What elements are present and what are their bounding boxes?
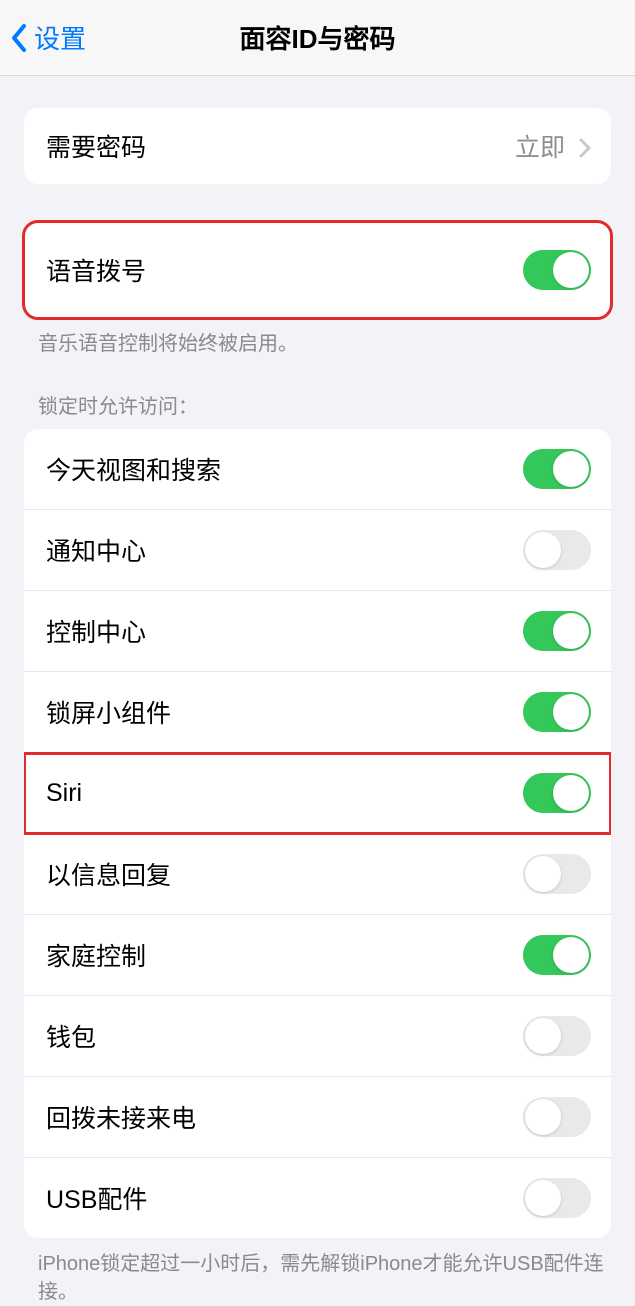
lock-access-label: USB配件 xyxy=(46,1180,147,1216)
voice-dial-row: 语音拨号 xyxy=(24,222,611,318)
siri-toggle[interactable] xyxy=(523,773,591,813)
lock-access-row: 今天视图和搜索 xyxy=(24,429,611,510)
lock-access-row: 钱包 xyxy=(24,996,611,1077)
control-center-toggle[interactable] xyxy=(523,611,591,651)
lock-access-footer: iPhone锁定超过一小时后，需先解锁iPhone才能允许USB配件连接。 xyxy=(0,1238,635,1306)
voice-dial-group: 语音拨号 xyxy=(24,222,611,318)
require-passcode-group: 需要密码 立即 xyxy=(24,108,611,184)
page-title: 面容ID与密码 xyxy=(0,19,635,56)
notification-center-toggle[interactable] xyxy=(523,530,591,570)
lock-access-label: 今天视图和搜索 xyxy=(46,451,221,487)
chevron-left-icon xyxy=(10,23,28,53)
lock-access-row: USB配件 xyxy=(24,1158,611,1238)
home-control-toggle[interactable] xyxy=(523,935,591,975)
require-passcode-label: 需要密码 xyxy=(46,128,146,164)
back-button[interactable]: 设置 xyxy=(0,19,86,56)
lock-access-row: 回拨未接来电 xyxy=(24,1077,611,1158)
lock-access-label: 通知中心 xyxy=(46,532,146,568)
lock-access-label: 控制中心 xyxy=(46,613,146,649)
lock-access-label: 锁屏小组件 xyxy=(46,694,171,730)
lock-access-row: 锁屏小组件 xyxy=(24,672,611,753)
header-bar: 设置 面容ID与密码 xyxy=(0,0,635,76)
lock-access-label: 钱包 xyxy=(46,1018,96,1054)
require-passcode-value: 立即 xyxy=(515,128,591,164)
today-view-toggle[interactable] xyxy=(523,449,591,489)
voice-dial-footer: 音乐语音控制将始终被启用。 xyxy=(0,318,635,358)
usb-accessory-toggle[interactable] xyxy=(523,1178,591,1218)
chevron-right-icon xyxy=(579,136,591,156)
lock-access-group: 今天视图和搜索通知中心控制中心锁屏小组件 Siri 以信息回复家庭控制钱包回拨未接来… xyxy=(24,429,611,1238)
lock-access-label: Siri xyxy=(46,779,82,808)
lock-widget-toggle[interactable] xyxy=(523,692,591,732)
lock-access-header: 锁定时允许访问： xyxy=(0,358,635,429)
reply-message-toggle[interactable] xyxy=(523,854,591,894)
voice-dial-toggle[interactable] xyxy=(523,250,591,290)
lock-access-row: 通知中心 xyxy=(24,510,611,591)
lock-access-row: 以信息回复 xyxy=(24,834,611,915)
back-label: 设置 xyxy=(34,19,86,56)
lock-access-row: 家庭控制 xyxy=(24,915,611,996)
lock-access-row: Siri xyxy=(24,753,611,834)
require-passcode-row[interactable]: 需要密码 立即 xyxy=(24,108,611,184)
lock-access-label: 回拨未接来电 xyxy=(46,1099,196,1135)
lock-access-label: 以信息回复 xyxy=(46,856,171,892)
lock-access-row: 控制中心 xyxy=(24,591,611,672)
return-call-toggle[interactable] xyxy=(523,1097,591,1137)
voice-dial-label: 语音拨号 xyxy=(46,252,146,288)
lock-access-label: 家庭控制 xyxy=(46,937,146,973)
wallet-toggle[interactable] xyxy=(523,1016,591,1056)
